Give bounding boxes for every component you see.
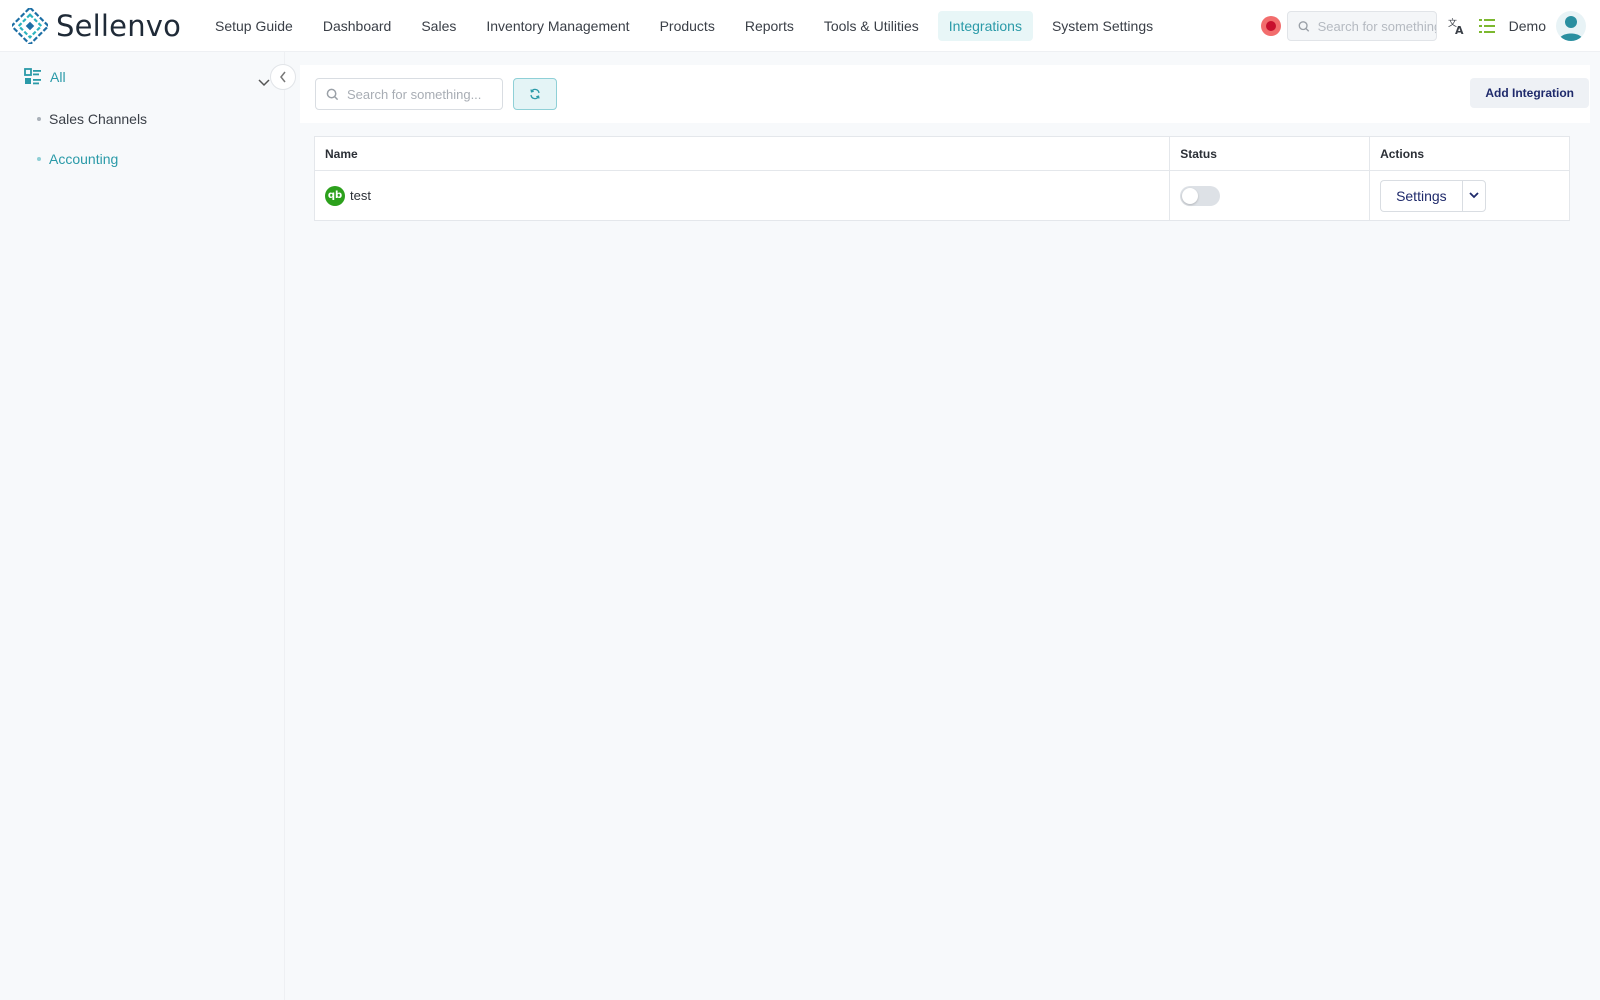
nav-products[interactable]: Products bbox=[649, 11, 726, 41]
sidebar-item-label: Sales Channels bbox=[49, 111, 148, 127]
sidebar-item-label: Accounting bbox=[49, 151, 119, 167]
integration-search bbox=[315, 78, 503, 110]
table-header-row: Name Status Actions bbox=[314, 136, 1570, 171]
integration-name: test bbox=[350, 188, 371, 203]
status-cell bbox=[1169, 170, 1371, 221]
sidebar-item-all[interactable]: All bbox=[24, 68, 66, 86]
global-search-input[interactable] bbox=[1317, 18, 1436, 34]
record-icon[interactable] bbox=[1260, 16, 1281, 36]
sidebar-item-accounting[interactable]: Accounting bbox=[37, 151, 118, 167]
column-header-name[interactable]: Name bbox=[314, 136, 1171, 171]
nav-inventory-management[interactable]: Inventory Management bbox=[475, 11, 640, 41]
sidebar-collapse-button[interactable] bbox=[270, 64, 296, 90]
nav-sales[interactable]: Sales bbox=[410, 11, 467, 41]
settings-button[interactable]: Settings bbox=[1380, 179, 1462, 212]
brand-name: Sellenvo bbox=[56, 9, 182, 43]
brand[interactable]: Sellenvo bbox=[12, 6, 181, 46]
chevron-down-icon bbox=[1469, 192, 1479, 199]
nav-setup-guide[interactable]: Setup Guide bbox=[204, 11, 304, 41]
svg-text:A: A bbox=[1455, 24, 1464, 36]
main-nav: Setup Guide Dashboard Sales Inventory Ma… bbox=[204, 10, 1172, 42]
column-header-status[interactable]: Status bbox=[1169, 136, 1371, 171]
refresh-button[interactable] bbox=[513, 78, 557, 110]
refresh-icon bbox=[530, 88, 540, 100]
user-name[interactable]: Demo bbox=[1509, 18, 1546, 34]
actions-dropdown-button[interactable] bbox=[1461, 179, 1486, 212]
sellenvo-logo-icon bbox=[12, 8, 48, 44]
column-header-actions: Actions bbox=[1369, 136, 1570, 171]
add-integration-button[interactable]: Add Integration bbox=[1470, 78, 1589, 108]
global-search bbox=[1286, 11, 1437, 41]
toggle-knob bbox=[1182, 187, 1199, 204]
nav-tools-utilities[interactable]: Tools & Utilities bbox=[813, 11, 930, 41]
integrations-toolbar: Add Integration bbox=[300, 65, 1590, 123]
quickbooks-logo: qb bbox=[325, 185, 345, 206]
integration-search-input[interactable] bbox=[347, 86, 497, 102]
chevron-left-icon bbox=[280, 71, 286, 83]
search-icon bbox=[1298, 20, 1309, 32]
bullet bbox=[37, 157, 41, 161]
nav-system-settings[interactable]: System Settings bbox=[1041, 11, 1164, 41]
table-row: qb test Settings bbox=[314, 170, 1570, 221]
list-icon[interactable] bbox=[1477, 16, 1497, 36]
nav-reports[interactable]: Reports bbox=[734, 11, 805, 41]
search-icon bbox=[326, 88, 339, 100]
user-avatar-icon[interactable] bbox=[1556, 11, 1586, 41]
nav-integrations[interactable]: Integrations bbox=[937, 11, 1033, 41]
status-toggle[interactable] bbox=[1180, 185, 1221, 206]
integrations-table: Name Status Actions qb test Settings bbox=[314, 136, 1570, 221]
top-bar: Sellenvo Setup Guide Dashboard Sales Inv… bbox=[0, 0, 1600, 52]
bullet bbox=[37, 117, 41, 121]
sidebar-item-sales-channels[interactable]: Sales Channels bbox=[37, 111, 147, 127]
top-right-controls: 文 A Demo bbox=[1260, 10, 1586, 42]
nav-dashboard[interactable]: Dashboard bbox=[312, 11, 403, 41]
name-cell: qb test bbox=[314, 170, 1171, 221]
category-list-icon bbox=[24, 68, 41, 85]
chevron-down-icon[interactable] bbox=[258, 74, 270, 92]
actions-cell: Settings bbox=[1370, 171, 1570, 221]
sidebar: All Sales Channels Accounting bbox=[0, 52, 296, 1000]
sidebar-all-label: All bbox=[50, 69, 66, 85]
translate-icon[interactable]: 文 A bbox=[1447, 16, 1467, 36]
